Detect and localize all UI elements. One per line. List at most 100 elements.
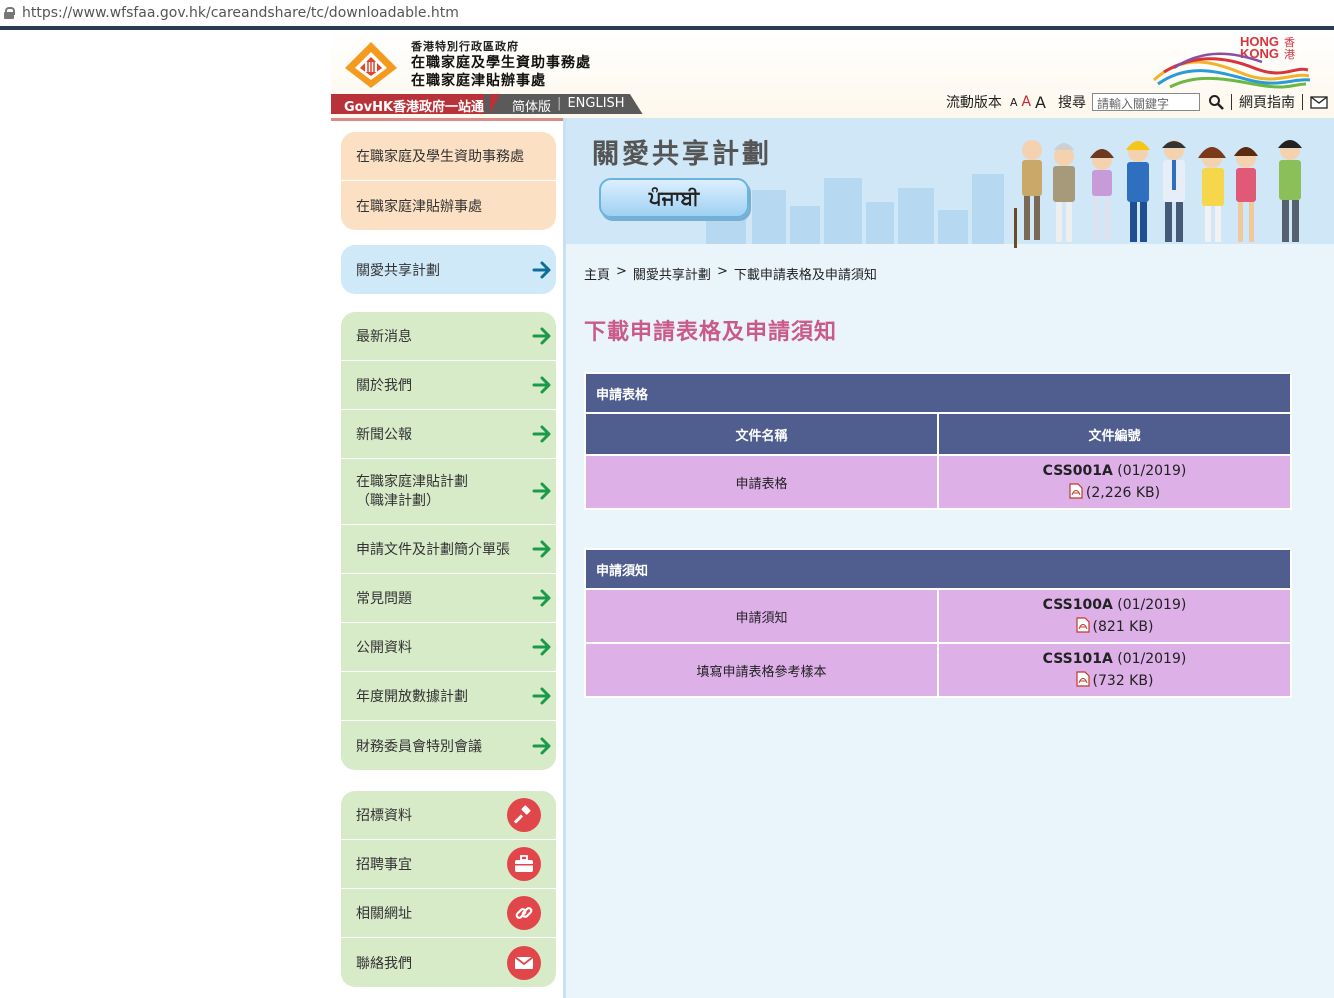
arrow-right-icon [532,327,551,345]
sidebar-item-about[interactable]: 關於我們 [341,361,556,410]
organisation-name: 香港特別行政區政府 在職家庭及學生資助事務處 在職家庭津貼辦事處 [411,38,591,90]
table-row: 申請表格 CSS001A (01/2019) (2,226 KB) [584,454,1292,510]
mobile-version-link[interactable]: 流動版本 [946,92,1002,112]
pdf-file-icon[interactable] [1075,617,1090,633]
search-label: 搜尋 [1058,95,1086,111]
sidebar-item-documents-leaflets[interactable]: 申請文件及計劃簡介單張 [341,525,556,574]
sidebar-item-label: 最新消息 [356,329,412,345]
breadcrumb-scheme-link[interactable]: 關愛共享計劃 [633,264,711,283]
application-notes-table: 申請須知 申請須知 CSS100A (01/2019) (821 KB) 填寫申… [584,548,1292,698]
govhk-link[interactable]: GovHK香港政府一站通 [331,94,501,115]
document-code: CSS101A [1042,651,1113,667]
sidebar-item-label: 關於我們 [356,378,412,394]
sidebar-item-news[interactable]: 最新消息 [341,312,556,361]
column-header-code: 文件編號 [937,412,1292,456]
pdf-download-link[interactable]: (732 KB) [939,670,1290,692]
arrow-right-icon [532,482,551,500]
document-size[interactable]: (2,226 KB) [1086,485,1160,501]
pdf-file-icon[interactable] [1069,483,1083,499]
lock-icon [4,7,15,19]
sidebar-item-wfa-scheme[interactable]: 在職家庭津貼計劃 （職津計劃） [341,459,556,525]
office-name: 在職家庭津貼辦事處 [411,73,546,89]
document-code-cell: CSS100A (01/2019) (821 KB) [937,588,1292,644]
document-name: 填寫申請表格參考樣本 [584,642,939,698]
document-code-line: CSS100A (01/2019) [939,594,1290,616]
document-size[interactable]: (732 KB) [1093,673,1154,689]
address-bar[interactable]: https://www.wfsfaa.gov.hk/careandshare/t… [0,0,1334,26]
sidebar-item-label: 在職家庭津貼計劃 （職津計劃） [356,473,468,511]
pdf-download-link[interactable]: (2,226 KB) [939,482,1290,504]
lang-english-link[interactable]: ENGLISH [567,96,624,114]
sidebar-item-wfao[interactable]: 在職家庭津貼辦事處 [341,181,556,230]
site-header: 香港特別行政區政府 在職家庭及學生資助事務處 在職家庭津貼辦事處 HONG KO… [331,30,1334,118]
breadcrumb-home-link[interactable]: 主頁 [584,264,610,283]
header-tools: 流動版本 A A A 搜尋 請輸入關鍵字 網頁指南 [946,92,1328,112]
search-input[interactable]: 請輸入關鍵字 [1092,93,1200,111]
sidebar-item-label: 公開資料 [356,640,412,656]
sidebar-item-tenders[interactable]: 招標資料 [341,791,556,840]
application-forms-table: 申請表格 文件名稱 文件編號 申請表格 CSS001A (01/2019) (2… [584,372,1292,510]
font-size-small-button[interactable]: A [1010,96,1018,109]
lang-simplified-link[interactable]: 简体版 [512,96,551,114]
arrow-right-icon [532,589,551,607]
pdf-file-icon[interactable] [1075,671,1090,687]
sidebar-item-public-info[interactable]: 公開資料 [341,623,556,672]
document-code-line: CSS001A (01/2019) [939,460,1290,482]
pdf-download-link[interactable]: (821 KB) [939,616,1290,638]
extra-links: 招標資料 招聘事宜 相關網址 聯絡我們 [341,791,556,987]
arrow-right-icon [532,425,551,443]
language-links: 简体版 | ENGLISH [484,94,643,114]
document-code: CSS001A [1042,463,1113,479]
office-links: 在職家庭及學生資助事務處 在職家庭津貼辦事處 [341,132,556,230]
sidebar-item-label-line1: 在職家庭津貼計劃 [356,473,468,490]
table-caption: 申請表格 [584,372,1292,414]
svg-text:KONG: KONG [1240,46,1279,61]
sidebar-item-faq[interactable]: 常見問題 [341,574,556,623]
sidebar-top-rule [331,118,564,121]
table-row: 申請須知 CSS100A (01/2019) (821 KB) [584,588,1292,644]
sidebar-item-recruitment[interactable]: 招聘事宜 [341,840,556,889]
font-size-large-button[interactable]: A [1035,93,1046,112]
sidebar-item-label: 招聘事宜 [356,857,412,873]
search-icon[interactable] [1208,94,1224,110]
sidebar-item-finance-committee[interactable]: 財務委員會特別會議 [341,721,556,770]
document-code-line: CSS101A (01/2019) [939,648,1290,670]
sidebar-item-label: 招標資料 [356,808,412,824]
punjabi-language-button[interactable]: ਪੰਜਾਬੀ [599,178,749,218]
gov-name: 香港特別行政區政府 [411,40,519,53]
email-icon[interactable] [1310,95,1328,109]
page-title: 下載申請表格及申請須知 [584,320,838,345]
url-text[interactable]: https://www.wfsfaa.gov.hk/careandshare/t… [22,5,459,21]
banner-title: 關愛共享計劃 [592,139,772,170]
gavel-icon [507,798,541,832]
font-size-medium-button[interactable]: A [1021,94,1031,110]
document-date: (01/2019) [1117,463,1187,479]
tools-divider [1231,94,1232,110]
svg-text:港: 港 [1284,48,1295,61]
sidebar-item-contact-us[interactable]: 聯絡我們 [341,938,556,987]
breadcrumb: 主頁 > 關愛共享計劃 > 下載申請表格及申請須知 [584,264,877,283]
sidebar-item-related-links[interactable]: 相關網址 [341,889,556,938]
sidebar-item-label: 在職家庭津貼辦事處 [356,198,482,215]
arrow-right-icon [532,638,551,656]
site-guide-link[interactable]: 網頁指南 [1239,92,1295,112]
main-menu: 最新消息 關於我們 新聞公報 在職家庭津貼計劃 （職津計劃） 申請文件及計劃簡介… [341,312,556,770]
document-code: CSS100A [1042,597,1113,613]
sidebar-item-press-releases[interactable]: 新聞公報 [341,410,556,459]
wfsfaa-logo-icon[interactable] [343,40,399,90]
sidebar-item-label: 相關網址 [356,906,412,922]
link-icon [507,896,541,930]
sidebar-item-wfsfaa[interactable]: 在職家庭及學生資助事務處 [341,132,556,181]
document-size[interactable]: (821 KB) [1093,619,1154,635]
department-name: 在職家庭及學生資助事務處 [411,55,591,71]
sidebar-item-label: 聯絡我們 [356,955,412,972]
briefcase-icon [507,847,541,881]
scheme-banner: 關愛共享計劃 ਪੰਜਾਬੀ [566,118,1334,252]
sidebar-item-open-data[interactable]: 年度開放數據計劃 [341,672,556,721]
document-code-cell: CSS001A (01/2019) (2,226 KB) [937,454,1292,510]
sidebar-item-label: 關愛共享計劃 [356,262,440,279]
brand-hong-kong-logo[interactable]: HONG KONG 香 港 [1144,32,1314,90]
sidebar-item-care-and-share[interactable]: 關愛共享計劃 [341,245,556,294]
breadcrumb-separator: > [616,264,627,279]
document-name: 申請須知 [584,588,939,644]
